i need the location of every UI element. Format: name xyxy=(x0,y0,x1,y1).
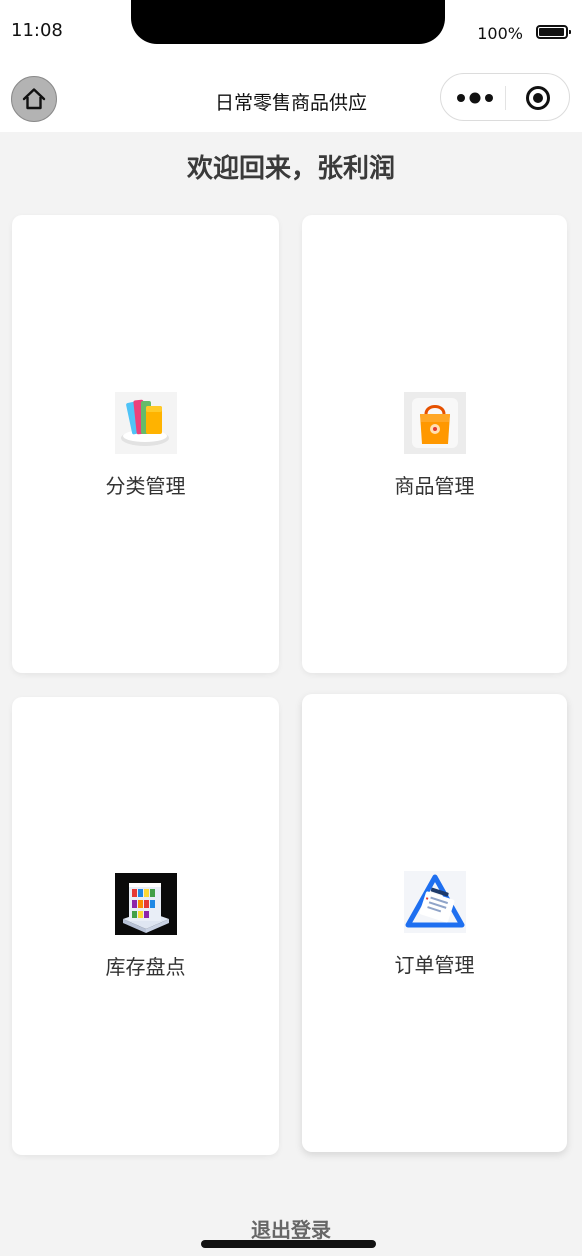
order-management-label: 订单管理 xyxy=(394,953,475,977)
shelf-icon xyxy=(114,873,177,935)
inventory-check-card[interactable]: 库存盘点 xyxy=(12,697,279,1155)
battery-percent: 100% xyxy=(477,24,523,43)
capsule-divider xyxy=(505,86,506,110)
logout-button[interactable]: 退出登录 xyxy=(0,1214,582,1243)
device-notch xyxy=(131,0,445,44)
shopping-bag-icon xyxy=(403,392,466,454)
product-management-card[interactable]: 商品管理 xyxy=(302,215,567,673)
status-time: 11:08 xyxy=(11,20,63,41)
status-bar: 11:08 100% xyxy=(0,0,582,64)
mini-program-capsule xyxy=(440,73,570,121)
product-management-label: 商品管理 xyxy=(394,474,475,498)
order-management-card[interactable]: 订单管理 xyxy=(302,694,567,1152)
welcome-heading: 欢迎回来，张利润 xyxy=(186,154,395,184)
category-management-card[interactable]: 分类管理 xyxy=(12,215,279,673)
nav-bar: 日常零售商品供应 xyxy=(0,64,582,132)
target-close-icon[interactable] xyxy=(525,85,551,111)
more-dots-icon[interactable] xyxy=(455,90,495,106)
order-sheet-icon xyxy=(403,871,466,933)
app-screen: 11:08 100% 日常零售商品供应 欢迎回来，张利润 分类管理 商品管理 库… xyxy=(0,0,582,1256)
category-management-label: 分类管理 xyxy=(105,474,186,498)
home-indicator xyxy=(201,1240,376,1248)
inventory-check-label: 库存盘点 xyxy=(105,955,186,979)
folders-icon xyxy=(114,392,177,454)
battery-icon xyxy=(536,25,571,39)
